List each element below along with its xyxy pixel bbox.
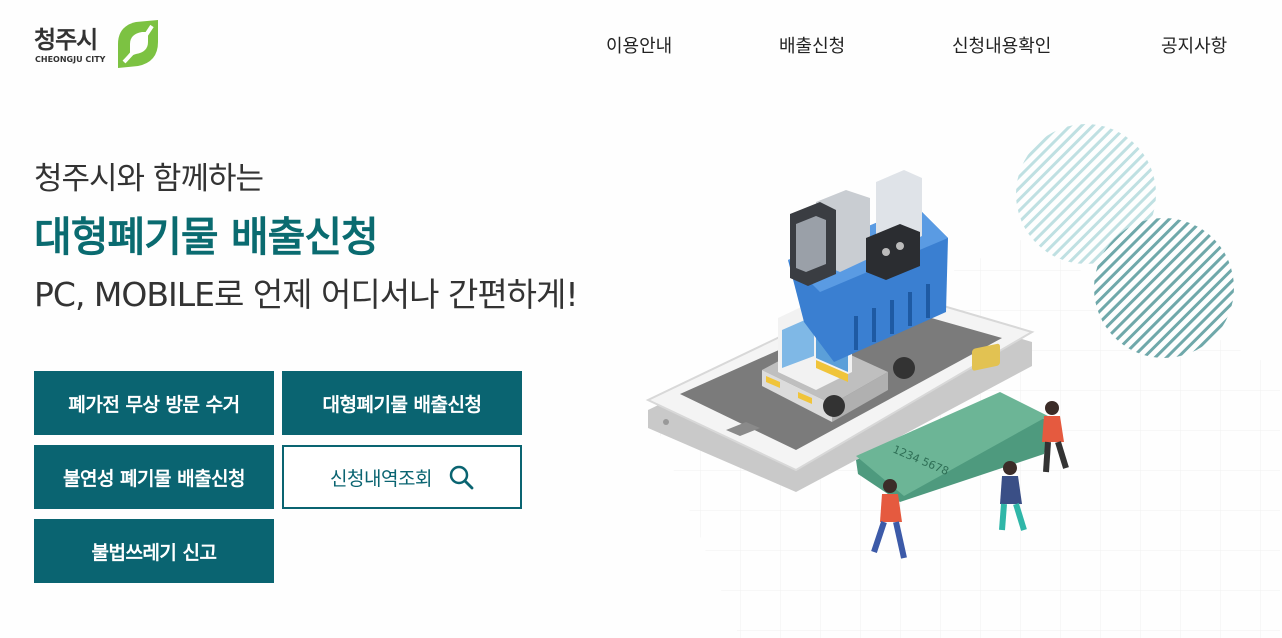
main-nav: 이용안내 배출신청 신청내용확인 공지사항 [0, 32, 1282, 60]
free-appliance-pickup-button[interactable]: 폐가전 무상 방문 수거 [34, 371, 274, 435]
nav-check-application[interactable]: 신청내용확인 [952, 32, 1051, 58]
check-history-label: 신청내역조회 [330, 467, 432, 490]
hero-subtitle: 청주시와 함께하는 [34, 161, 264, 197]
report-illegal-dumping-button[interactable]: 불법쓰레기 신고 [34, 519, 274, 583]
hero-tagline: PC, MOBILE로 언제 어디서나 간편하게! [34, 275, 579, 314]
search-icon [449, 465, 474, 490]
nav-notices[interactable]: 공지사항 [1161, 32, 1227, 58]
nonflammable-waste-apply-button[interactable]: 불연성 폐기물 배출신청 [34, 445, 274, 509]
nav-apply-disposal[interactable]: 배출신청 [779, 32, 845, 58]
site-header: 청주시 CHEONGJU CITY 이용안내 배출신청 신청내용확인 공지사항 [0, 0, 1282, 90]
hero-title: 대형폐기물 배출신청 [34, 213, 379, 261]
decor-circle-dark [1094, 218, 1234, 358]
bulk-waste-apply-button[interactable]: 대형폐기물 배출신청 [282, 371, 522, 435]
hero-illustration: 1234 5678 [645, 124, 1280, 638]
check-history-button[interactable]: 신청내역조회 [282, 445, 522, 509]
nav-usage-guide[interactable]: 이용안내 [606, 32, 672, 58]
